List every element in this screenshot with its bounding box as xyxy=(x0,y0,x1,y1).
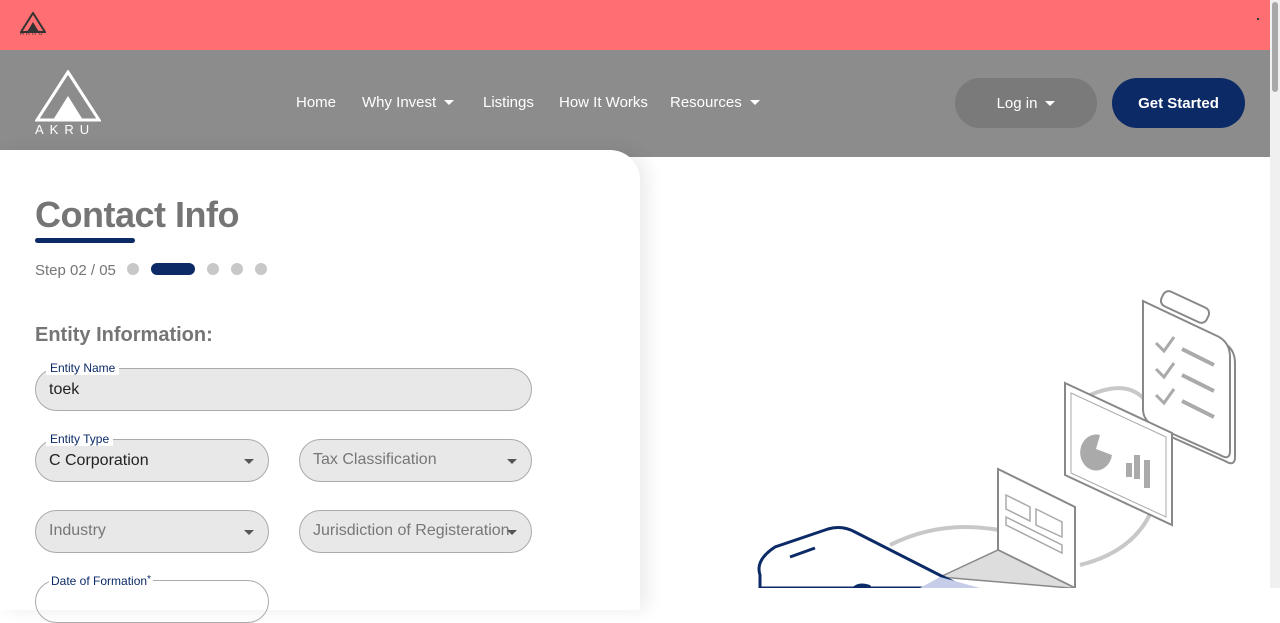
industry-select[interactable]: Industry xyxy=(35,510,269,553)
chevron-down-icon xyxy=(507,530,517,535)
required-mark: * xyxy=(147,574,151,585)
jurisdiction-select[interactable]: Jurisdiction of Registeration xyxy=(299,510,532,553)
entity-type-select[interactable]: Entity Type C Corporation xyxy=(35,432,269,482)
entity-type-value: C Corporation xyxy=(49,452,149,469)
logo-wordmark: AKRU xyxy=(35,122,96,137)
date-of-formation-label: Date of Formation* xyxy=(49,574,153,588)
nav-listings-label: Listings xyxy=(483,94,534,111)
mini-logo-text: AKRU xyxy=(20,31,45,37)
chevron-down-icon xyxy=(1045,100,1056,106)
alert-banner: AKRU xyxy=(0,0,1270,50)
title-underline xyxy=(35,238,135,243)
nav-how-it-works[interactable]: How It Works xyxy=(559,94,648,111)
page-title: Contact Info xyxy=(35,194,239,235)
nav-why-invest-label: Why Invest xyxy=(362,94,437,111)
step-dot-4 xyxy=(231,263,243,275)
nav-resources-label: Resources xyxy=(670,94,742,111)
step-dot-5 xyxy=(255,263,267,275)
entity-name-label: Entity Name xyxy=(46,361,120,375)
get-started-label: Get Started xyxy=(1138,94,1219,112)
step-indicator-text: Step 02 / 05 xyxy=(35,262,116,279)
nav-home-label: Home xyxy=(296,94,337,111)
step-dot-1 xyxy=(127,263,139,275)
login-label: Log in xyxy=(996,94,1038,112)
section-title: Entity Information: xyxy=(35,324,213,346)
entity-name-value: toek xyxy=(49,381,80,398)
industry-placeholder: Industry xyxy=(49,522,106,539)
nav-how-it-works-label: How It Works xyxy=(559,94,648,111)
chevron-down-icon xyxy=(244,459,254,464)
step-dot-2-active xyxy=(151,263,195,275)
date-of-formation-label-text: Date of Formation xyxy=(51,574,148,588)
step-progress xyxy=(127,263,279,275)
close-dot-icon[interactable] xyxy=(1257,18,1259,20)
devices-illustration xyxy=(740,285,1260,590)
nav-resources[interactable]: Resources xyxy=(670,94,760,111)
site-header: AKRU Home Why Invest Listings How It Wor… xyxy=(0,50,1270,157)
tax-classification-placeholder: Tax Classification xyxy=(313,451,437,468)
entity-type-label: Entity Type xyxy=(46,432,114,446)
jurisdiction-placeholder: Jurisdiction of Registeration xyxy=(313,522,510,539)
chevron-down-icon xyxy=(749,100,760,105)
chevron-down-icon xyxy=(244,530,254,535)
nav-listings[interactable]: Listings xyxy=(483,94,534,111)
entity-name-field[interactable]: Entity Name toek xyxy=(35,361,532,411)
form-card: Contact Info Step 02 / 05 Entity Informa… xyxy=(0,150,640,623)
chevron-down-icon xyxy=(444,100,455,105)
get-started-button[interactable]: Get Started xyxy=(1112,78,1245,128)
tax-classification-select[interactable]: Tax Classification xyxy=(299,439,532,482)
scrollbar-thumb[interactable] xyxy=(1272,2,1278,92)
login-button[interactable]: Log in xyxy=(955,78,1097,128)
nav-why-invest[interactable]: Why Invest xyxy=(362,94,455,111)
chevron-down-icon xyxy=(507,459,517,464)
step-dot-3 xyxy=(207,263,219,275)
phone-icon xyxy=(757,526,980,590)
nav-home[interactable]: Home xyxy=(296,94,336,111)
page-scrollbar[interactable] xyxy=(1270,0,1280,588)
